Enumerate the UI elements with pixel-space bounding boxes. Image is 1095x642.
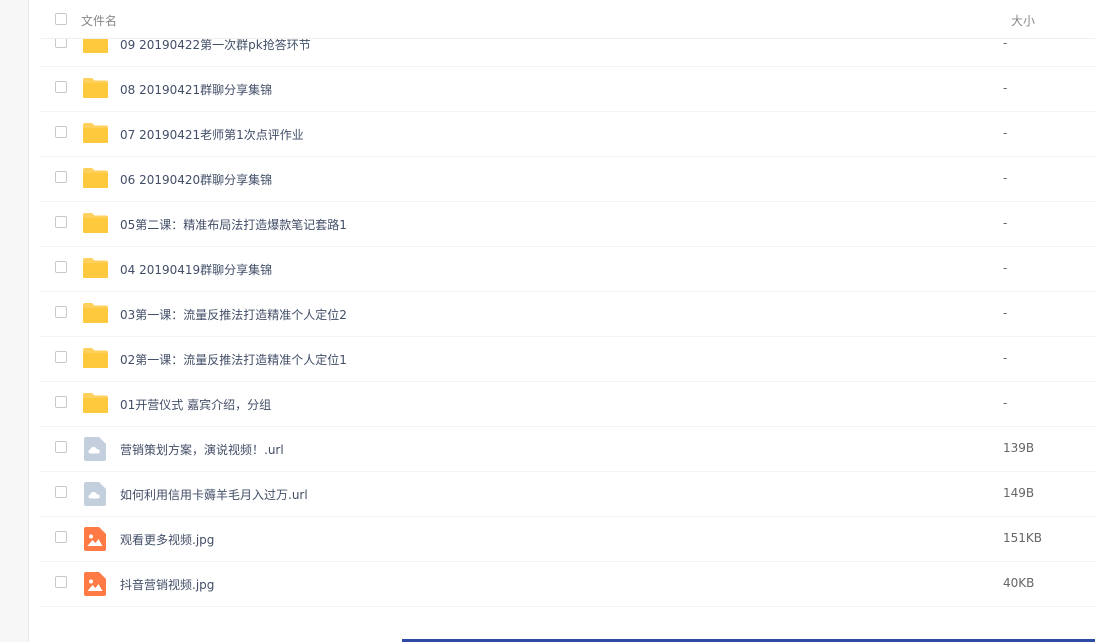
file-name[interactable]: 06 20190420群聊分享集锦 (120, 171, 272, 188)
file-row[interactable]: 07 20190421老师第1次点评作业 - (41, 112, 1095, 157)
folder-icon (82, 302, 109, 326)
file-name[interactable]: 03第一课：流量反推法打造精准个人定位2 (120, 306, 347, 323)
file-size: - (1003, 351, 1008, 365)
file-size: - (1003, 81, 1008, 95)
link-file-icon (84, 482, 111, 506)
file-name[interactable]: 抖音营销视频.jpg (120, 576, 214, 593)
file-name[interactable]: 02第一课：流量反推法打造精准个人定位1 (120, 351, 347, 368)
row-checkbox[interactable] (55, 126, 67, 138)
list-header: 文件名 大小 (41, 0, 1095, 39)
image-file-icon (84, 572, 111, 596)
folder-icon (82, 347, 109, 371)
row-checkbox[interactable] (55, 171, 67, 183)
column-header-size[interactable]: 大小 (1011, 12, 1035, 29)
file-name[interactable]: 07 20190421老师第1次点评作业 (120, 126, 304, 143)
file-size: 139B (1003, 441, 1035, 455)
file-row[interactable]: 03第一课：流量反推法打造精准个人定位2 - (41, 292, 1095, 337)
row-checkbox[interactable] (55, 486, 67, 498)
file-row[interactable]: 观看更多视频.jpg 151KB (41, 517, 1095, 562)
left-sidebar (0, 0, 29, 642)
file-name[interactable]: 08 20190421群聊分享集锦 (120, 81, 272, 98)
file-name[interactable]: 05第二课：精准布局法打造爆款笔记套路1 (120, 216, 347, 233)
file-name[interactable]: 观看更多视频.jpg (120, 531, 214, 548)
file-size: 149B (1003, 486, 1035, 500)
file-size: - (1003, 396, 1008, 410)
file-row[interactable]: 06 20190420群聊分享集锦 - (41, 157, 1095, 202)
row-checkbox[interactable] (55, 261, 67, 273)
file-row[interactable]: 营销策划方案，演说视频！.url 139B (41, 427, 1095, 472)
image-file-icon (84, 527, 111, 551)
row-checkbox[interactable] (55, 81, 67, 93)
row-checkbox[interactable] (55, 396, 67, 408)
folder-icon (82, 122, 109, 146)
column-header-name[interactable]: 文件名 (81, 12, 117, 29)
file-size: - (1003, 261, 1008, 275)
file-list: 文件名 大小 10 第二课：精准布局法打造爆款笔记套路2-09 20190422… (41, 0, 1095, 642)
folder-icon (82, 212, 109, 236)
row-checkbox[interactable] (55, 306, 67, 318)
file-name[interactable]: 如何利用信用卡薅羊毛月入过万.url (120, 486, 308, 503)
link-file-icon (84, 437, 111, 461)
file-size: 40KB (1003, 576, 1035, 590)
row-checkbox[interactable] (55, 441, 67, 453)
file-name[interactable]: 营销策划方案，演说视频！.url (120, 441, 284, 458)
file-row[interactable]: 01开营仪式 嘉宾介绍，分组 - (41, 382, 1095, 427)
file-size: - (1003, 306, 1008, 320)
folder-icon (82, 167, 109, 191)
file-size: - (1003, 126, 1008, 140)
row-checkbox[interactable] (55, 531, 67, 543)
folder-icon (82, 257, 109, 281)
file-size: - (1003, 216, 1008, 230)
folder-icon (82, 392, 109, 416)
file-name[interactable]: 04 20190419群聊分享集锦 (120, 261, 272, 278)
row-checkbox[interactable] (55, 216, 67, 228)
row-checkbox[interactable] (55, 576, 67, 588)
file-rows: 10 第二课：精准布局法打造爆款笔记套路2-09 20190422第一次群pk抢… (41, 0, 1095, 607)
file-row[interactable]: 如何利用信用卡薅羊毛月入过万.url 149B (41, 472, 1095, 517)
file-name[interactable]: 01开营仪式 嘉宾介绍，分组 (120, 396, 271, 413)
file-row[interactable]: 抖音营销视频.jpg 40KB (41, 562, 1095, 607)
select-all-checkbox[interactable] (55, 13, 67, 25)
file-row[interactable]: 05第二课：精准布局法打造爆款笔记套路1 - (41, 202, 1095, 247)
file-size: - (1003, 171, 1008, 185)
file-row[interactable]: 08 20190421群聊分享集锦 - (41, 67, 1095, 112)
file-row[interactable]: 04 20190419群聊分享集锦 - (41, 247, 1095, 292)
row-checkbox[interactable] (55, 351, 67, 363)
file-size: 151KB (1003, 531, 1043, 545)
folder-icon (82, 77, 109, 101)
file-row[interactable]: 02第一课：流量反推法打造精准个人定位1 - (41, 337, 1095, 382)
